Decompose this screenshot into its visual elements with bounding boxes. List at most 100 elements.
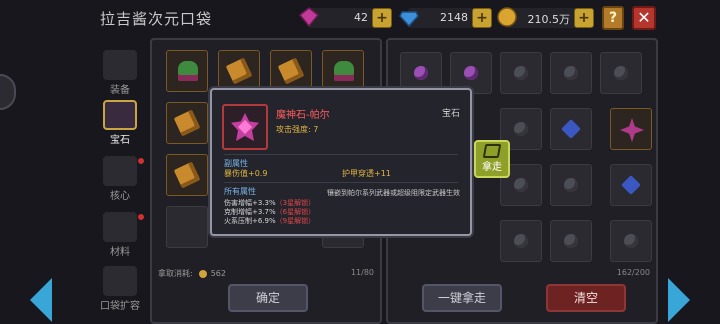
material-icon <box>103 212 137 242</box>
item-slot[interactable] <box>166 102 208 144</box>
gem-icon <box>564 178 578 192</box>
magic-stone-icon <box>620 118 644 142</box>
gem-icon <box>514 178 528 192</box>
tab-core[interactable]: 核心 <box>100 156 144 206</box>
item-portrait <box>222 104 268 150</box>
gem-icon <box>624 234 638 248</box>
tab-label: 宝石 <box>110 135 130 146</box>
divider <box>224 154 458 155</box>
purple-gem-counter: 42 + <box>298 7 392 28</box>
tab-label: 装备 <box>110 85 130 96</box>
bonus-text: 火系压制+6.9% <box>224 217 276 225</box>
tab-pocket-expand[interactable]: 口袋扩容 <box>100 266 140 316</box>
gem-slot[interactable] <box>550 164 592 206</box>
scroll-icon <box>173 109 201 137</box>
bonus-text: 伤害增幅+3.3% <box>224 199 276 207</box>
previous-page-arrow-icon[interactable] <box>30 278 52 322</box>
chest-icon <box>103 266 137 296</box>
tab-label: 口袋扩容 <box>100 301 140 312</box>
add-gold-button[interactable]: + <box>574 8 594 28</box>
take-away-button[interactable]: 拿走 <box>474 140 510 178</box>
add-purple-gem-button[interactable]: + <box>372 8 392 28</box>
gem-icon <box>514 66 528 80</box>
tab-gem[interactable]: 宝石 <box>100 100 140 150</box>
core-icon <box>103 156 137 186</box>
tab-equipment[interactable]: 装备 <box>100 50 140 100</box>
blue-diamond-counter: 2148 + <box>399 8 492 28</box>
pocket-count: 162/200 <box>616 268 650 277</box>
plant-icon <box>334 61 354 81</box>
character-avatar[interactable] <box>0 74 16 110</box>
gem-slot[interactable] <box>610 108 652 150</box>
tab-label: 核心 <box>110 191 130 202</box>
take-all-button[interactable]: 一键拿走 <box>422 284 502 312</box>
take-cost: 拿取消耗: 562 <box>158 268 226 279</box>
take-icon <box>482 144 502 158</box>
all-stats-title: 所有属性 <box>224 187 256 196</box>
bonus-requirement: （9星解锁） <box>275 217 316 225</box>
sub-stat: 暴伤值+0.9 <box>224 169 268 178</box>
item-slot[interactable] <box>322 50 364 92</box>
gold-coin-icon <box>497 7 517 27</box>
gem-slot[interactable] <box>610 164 652 206</box>
gem-slot[interactable] <box>550 52 592 94</box>
item-type: 宝石 <box>441 109 460 119</box>
bonus-text: 克制增幅+3.7% <box>224 208 276 216</box>
item-tooltip: 魔神石-帕尔 宝石 攻击强度: 7 副属性 暴伤值+0.9 护甲穿透+11 所有… <box>210 88 472 236</box>
gem-icon <box>514 122 528 136</box>
gem-slot[interactable] <box>600 52 642 94</box>
item-slot[interactable] <box>166 50 208 92</box>
scroll-icon <box>277 57 305 85</box>
gold-coin-value: 210.5万 <box>527 13 571 26</box>
page-title: 拉吉酱次元口袋 <box>100 10 213 28</box>
gem-slot[interactable] <box>500 220 542 262</box>
take-away-label: 拿走 <box>482 162 502 173</box>
selected-count: 11/80 <box>350 268 374 277</box>
blue-diamond-value: 2148 <box>440 11 468 24</box>
scroll-icon <box>225 57 253 85</box>
confirm-button[interactable]: 确定 <box>228 284 308 312</box>
bonus-requirement: （3星解锁） <box>275 199 316 207</box>
plant-icon <box>178 61 198 81</box>
add-blue-diamond-button[interactable]: + <box>472 8 492 28</box>
item-slot[interactable] <box>218 50 260 92</box>
sub-stat: 护甲穿透+11 <box>342 169 391 178</box>
item-slot[interactable] <box>166 206 208 248</box>
item-slot[interactable] <box>270 50 312 92</box>
gem-icon <box>614 66 628 80</box>
take-cost-value: 562 <box>210 269 226 278</box>
bonus-requirement: （6星解锁） <box>275 208 316 216</box>
gem-slot[interactable] <box>500 52 542 94</box>
gold-coin-counter: 210.5万 + <box>497 7 594 28</box>
scroll-icon <box>173 161 201 189</box>
socket-note: 镶嵌到帕尔系列武器或超级阻限定武器生效 <box>327 189 460 197</box>
help-button[interactable]: ? <box>602 6 624 30</box>
blue-diamond-icon <box>399 11 419 28</box>
gem-icon <box>564 234 578 248</box>
gem-icon <box>414 66 428 80</box>
tab-label: 材料 <box>110 247 130 258</box>
gem-slot[interactable] <box>550 220 592 262</box>
gem-icon <box>103 100 137 130</box>
notification-dot <box>138 214 144 220</box>
notification-dot <box>138 158 144 164</box>
close-button[interactable]: ✕ <box>632 6 656 30</box>
purple-gem-icon <box>298 7 320 28</box>
blue-gem-icon <box>621 175 641 195</box>
take-cost-label: 拿取消耗: <box>158 269 193 278</box>
item-name: 魔神石-帕尔 <box>276 110 330 121</box>
gem-icon <box>464 66 478 80</box>
equipment-icon <box>103 50 137 80</box>
divider <box>224 182 458 183</box>
tab-material[interactable]: 材料 <box>100 212 144 262</box>
bonus-line: 火系压制+6.9%（9星解锁） <box>224 216 315 226</box>
purple-gem-value: 42 <box>354 11 368 24</box>
next-page-arrow-icon[interactable] <box>668 278 690 322</box>
item-slot[interactable] <box>166 154 208 196</box>
gold-coin-icon <box>198 269 207 278</box>
gem-slot[interactable] <box>550 108 592 150</box>
clear-button[interactable]: 清空 <box>546 284 626 312</box>
gem-icon <box>514 234 528 248</box>
blue-gem-icon <box>561 119 581 139</box>
gem-slot[interactable] <box>610 220 652 262</box>
